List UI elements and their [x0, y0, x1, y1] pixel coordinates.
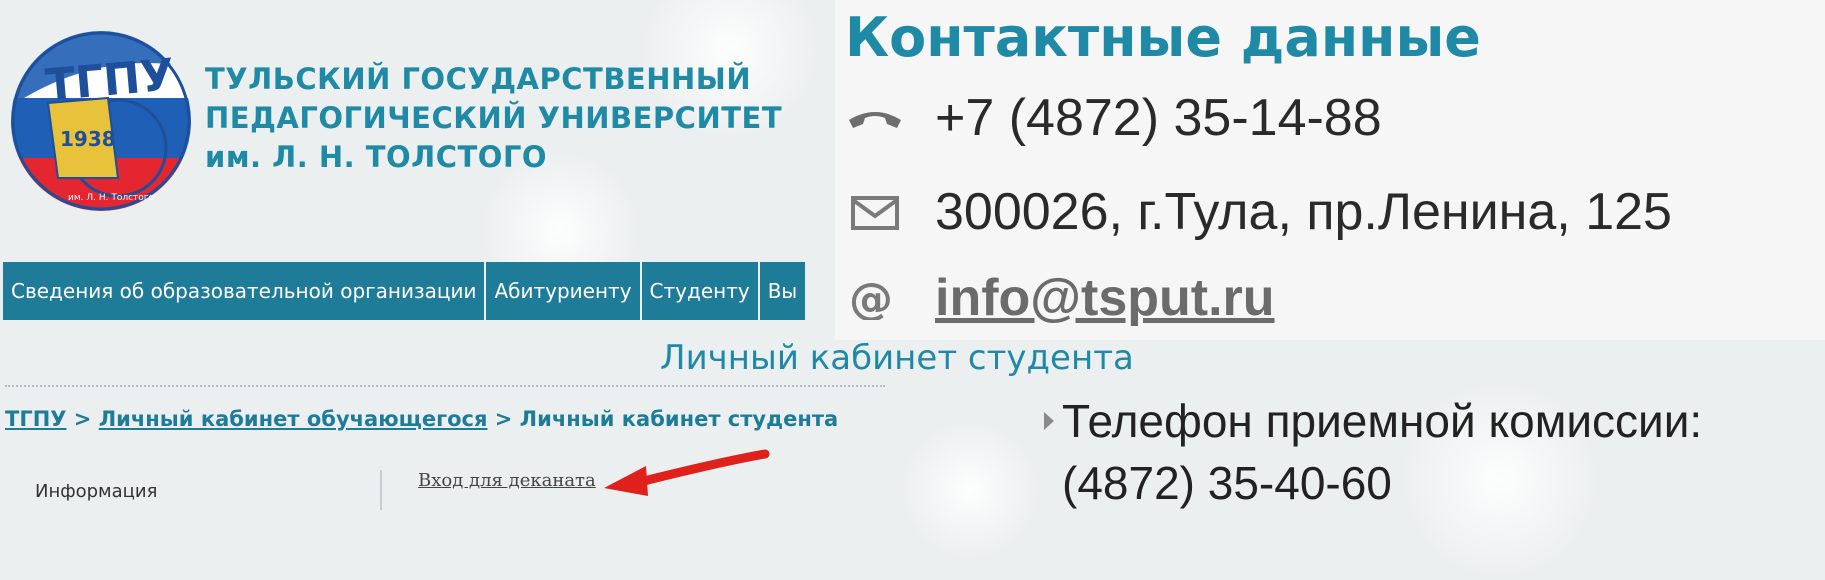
breadcrumb: ТГПУ > Личный кабинет обучающегося > Лич… — [5, 407, 838, 431]
phone-icon — [849, 112, 901, 128]
page-title: Личный кабинет студента — [660, 338, 1134, 378]
university-name-line2: ПЕДАГОГИЧЕСКИЙ УНИВЕРСИТЕТ — [205, 101, 783, 135]
university-name-line1: ТУЛЬСКИЙ ГОСУДАРСТВЕННЫЙ — [205, 62, 752, 96]
nav-item-applicant[interactable]: Абитуриенту — [486, 262, 640, 320]
contact-phone-row: +7 (4872) 35-14-88 — [845, 88, 1382, 148]
contact-email-row: @ info@tsput.ru — [845, 268, 1275, 328]
university-logo[interactable]: ТГПУ 1938 им. Л. Н. Толстого — [8, 28, 194, 214]
divider — [5, 385, 885, 387]
logo-year: 1938 — [60, 127, 116, 151]
logo-ring-text: им. Л. Н. Толстого — [68, 193, 155, 203]
nav-item-organization-info[interactable]: Сведения об образовательной организации — [3, 262, 485, 320]
breadcrumb-learner-cabinet[interactable]: Личный кабинет обучающегося — [99, 407, 488, 431]
nav-item-student[interactable]: Студенту — [641, 262, 758, 320]
svg-text:@: @ — [849, 276, 893, 320]
contact-address-row: 300026, г.Тула, пр.Ленина, 125 — [845, 182, 1672, 242]
contact-email-link[interactable]: info@tsput.ru — [935, 268, 1275, 328]
admission-label: Телефон приемной комиссии: — [1062, 395, 1703, 447]
contacts-title: Контактные данные — [845, 6, 1481, 69]
contact-address: 300026, г.Тула, пр.Ленина, 125 — [935, 183, 1672, 241]
main-nav: Сведения об образовательной организации … — [3, 262, 835, 320]
sidebar-divider — [380, 470, 382, 510]
at-sign-icon: @ — [849, 276, 893, 320]
contacts-panel: Контактные данные +7 (4872) 35-14-88 300… — [835, 0, 1825, 340]
dean-login-link[interactable]: Вход для деканата — [418, 470, 596, 491]
breadcrumb-home[interactable]: ТГПУ — [5, 407, 66, 431]
nav-item-graduate[interactable]: Вы — [759, 262, 806, 320]
admission-phone-block: Телефон приемной комиссии: (4872) 35-40-… — [1044, 390, 1703, 514]
bullet-triangle-icon — [1044, 412, 1054, 430]
red-arrow-annotation — [604, 449, 770, 496]
sidebar-info-label[interactable]: Информация — [35, 481, 157, 502]
contact-phone[interactable]: +7 (4872) 35-14-88 — [935, 88, 1382, 148]
university-name-line3: им. Л. Н. ТОЛСТОГО — [205, 140, 548, 174]
breadcrumb-separator: > — [73, 407, 92, 431]
admission-phone[interactable]: (4872) 35-40-60 — [1062, 452, 1702, 514]
breadcrumb-separator: > — [494, 407, 513, 431]
university-name: ТУЛЬСКИЙ ГОСУДАРСТВЕННЫЙ ПЕДАГОГИЧЕСКИЙ … — [205, 60, 782, 177]
envelope-icon — [851, 196, 899, 230]
breadcrumb-current: Личный кабинет студента — [519, 407, 839, 431]
